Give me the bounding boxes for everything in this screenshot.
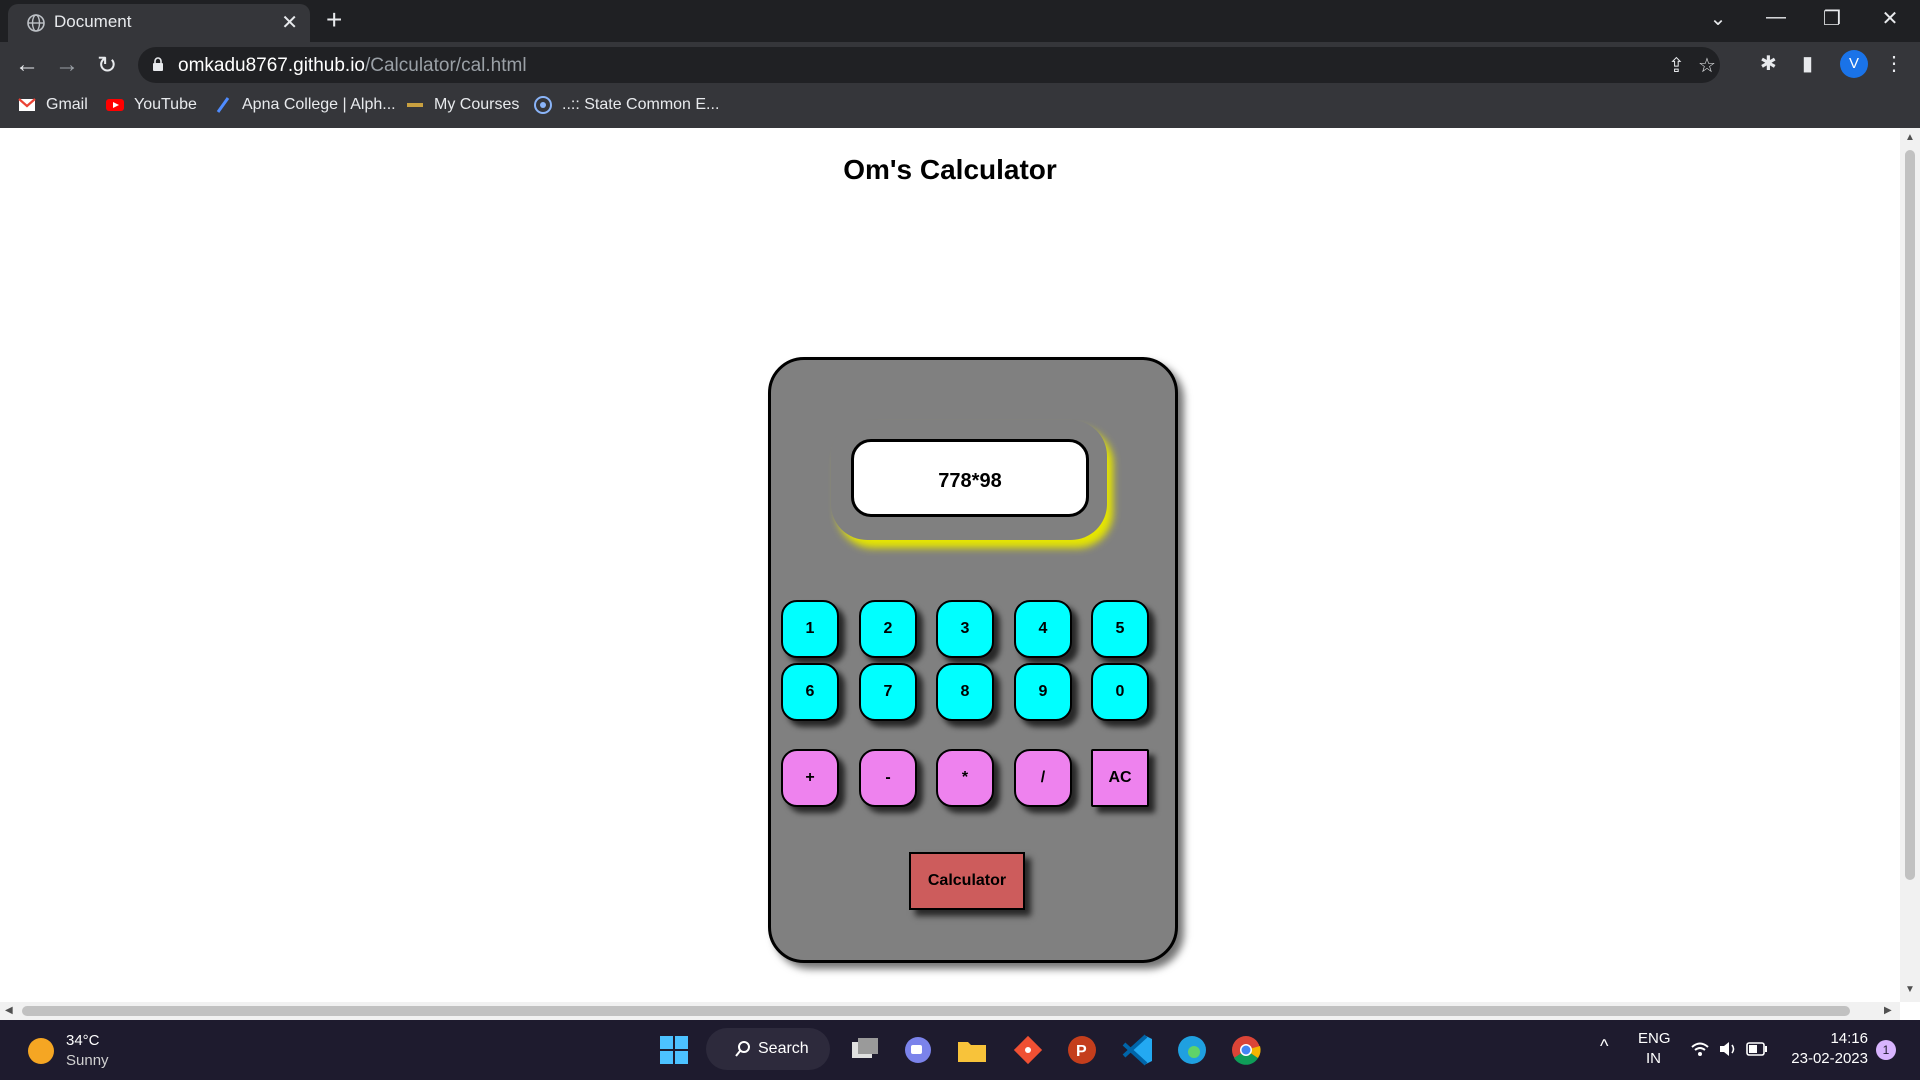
key-clear[interactable]: AC [1091,749,1149,807]
key-0[interactable]: 0 [1091,663,1149,721]
search-icon [735,1041,750,1057]
bookmark-gmail[interactable]: Gmail [18,96,88,114]
horizontal-scrollbar[interactable]: ◀ ▶ [0,1002,1900,1020]
browser-tab[interactable]: Document ✕ [8,4,310,42]
minimize-button[interactable]: — [1756,6,1796,29]
region-indicator[interactable]: IN [1646,1050,1661,1067]
key-divide[interactable]: / [1014,749,1072,807]
gmail-icon [18,98,36,111]
file-explorer-icon[interactable] [954,1032,990,1068]
key-multiply[interactable]: * [936,749,994,807]
teams-chat-icon[interactable] [900,1032,936,1068]
browser-menu-icon[interactable]: ⋮ [1884,51,1904,76]
url-path: /Calculator/cal.html [364,55,527,76]
windows-start-icon[interactable] [656,1032,692,1068]
scroll-left-icon[interactable]: ◀ [5,1005,13,1016]
calculator-display[interactable]: 778*98 [851,439,1089,517]
svg-text:P: P [1076,1043,1087,1060]
vertical-scroll-thumb[interactable] [1905,150,1915,880]
bookmark-label: Apna College | Alph... [242,96,396,113]
back-icon[interactable]: ← [12,51,42,79]
bookmark-youtube[interactable]: YouTube [106,96,197,114]
bookmark-label: ..:: State Common E... [562,96,720,113]
key-minus[interactable]: - [859,749,917,807]
taskbar-search[interactable]: Search [706,1028,830,1070]
horizontal-scroll-thumb[interactable] [22,1006,1850,1016]
bookmark-label: YouTube [134,96,197,113]
bookmark-state-common[interactable]: ..:: State Common E... [534,96,719,114]
bookmark-label: My Courses [434,96,520,113]
git-icon[interactable] [1010,1032,1046,1068]
bookmark-my-courses[interactable]: My Courses [406,96,519,114]
youtube-icon [106,99,124,111]
scroll-up-icon[interactable]: ▲ [1905,132,1915,143]
new-tab-button[interactable]: + [326,4,342,36]
bookmarks-bar: Gmail YouTube Apna College | Alph... My … [0,88,1920,128]
restore-button[interactable]: ❐ [1812,6,1852,31]
calculator-body: 778*98 1 2 3 4 5 6 7 8 9 0 + - * / AC Ca… [768,357,1178,963]
key-8[interactable]: 8 [936,663,994,721]
browser-toolbar: ← → ↻ omkadu8767.github.io/Calculator/ca… [0,42,1920,88]
window-close-button[interactable]: ✕ [1870,6,1910,31]
taskbar-clock[interactable]: 14:16 23-02-2023 [1788,1030,1868,1067]
tray-overflow-icon[interactable]: ^ [1600,1036,1608,1057]
chrome-icon[interactable] [1228,1032,1264,1068]
key-4[interactable]: 4 [1014,600,1072,658]
tab-strip: Document ✕ + ⌄ — ❐ ✕ [0,0,1920,42]
vscode-icon[interactable] [1120,1032,1156,1068]
battery-icon[interactable] [1746,1042,1768,1056]
volume-icon[interactable] [1718,1040,1738,1058]
calculate-button[interactable]: Calculator [909,852,1025,910]
scroll-right-icon[interactable]: ▶ [1884,1005,1892,1016]
tab-title: Document [54,12,132,31]
bookmark-apna-college[interactable]: Apna College | Alph... [214,96,396,114]
clock-time: 14:16 [1830,1030,1868,1047]
taskbar: 34°C Sunny Search P ^ ENG IN 14:16 23-02… [0,1020,1920,1080]
url-host: omkadu8767.github.io [178,55,365,76]
url-text[interactable]: omkadu8767.github.io/Calculator/cal.html [178,55,527,77]
courses-icon [407,103,423,107]
forward-icon[interactable]: → [52,51,82,79]
key-1[interactable]: 1 [781,600,839,658]
key-plus[interactable]: + [781,749,839,807]
vertical-scrollbar[interactable]: ▲ ▼ [1900,128,1920,1002]
key-9[interactable]: 9 [1014,663,1072,721]
globe-icon [27,14,45,32]
key-5[interactable]: 5 [1091,600,1149,658]
weather-desc[interactable]: Sunny [66,1052,109,1069]
powerpoint-icon[interactable]: P [1064,1032,1100,1068]
wifi-icon[interactable] [1690,1040,1710,1058]
key-7[interactable]: 7 [859,663,917,721]
edge-icon[interactable] [1174,1032,1210,1068]
tab-close-icon[interactable]: ✕ [281,10,298,35]
bookmark-label: Gmail [46,96,88,113]
apna-college-icon [216,97,230,113]
profile-avatar[interactable]: V [1840,50,1868,78]
clock-date: 23-02-2023 [1791,1050,1868,1067]
key-3[interactable]: 3 [936,600,994,658]
tab-search-dropdown-icon[interactable]: ⌄ [1698,6,1738,31]
side-panel-icon[interactable]: ▮ [1802,51,1813,76]
language-indicator[interactable]: ENG [1638,1030,1671,1047]
key-6[interactable]: 6 [781,663,839,721]
weather-temp[interactable]: 34°C [66,1032,100,1049]
bookmark-star-icon[interactable]: ☆ [1698,53,1716,78]
notification-badge[interactable]: 1 [1876,1040,1896,1060]
share-icon[interactable]: ⇪ [1668,53,1685,78]
sun-icon[interactable] [28,1038,54,1064]
reload-icon[interactable]: ↻ [92,51,122,80]
scroll-down-icon[interactable]: ▼ [1905,984,1915,995]
cet-icon [534,96,552,114]
address-bar[interactable]: omkadu8767.github.io/Calculator/cal.html… [138,47,1720,83]
key-2[interactable]: 2 [859,600,917,658]
page-title: Om's Calculator [843,154,1057,185]
taskbar-search-label: Search [758,1040,809,1057]
page-content: Om's Calculator 778*98 1 2 3 4 5 6 7 8 9… [0,128,1900,1002]
task-view-icon[interactable] [846,1032,882,1068]
lock-icon[interactable] [152,57,164,71]
extensions-icon[interactable]: ✱ [1760,51,1777,76]
